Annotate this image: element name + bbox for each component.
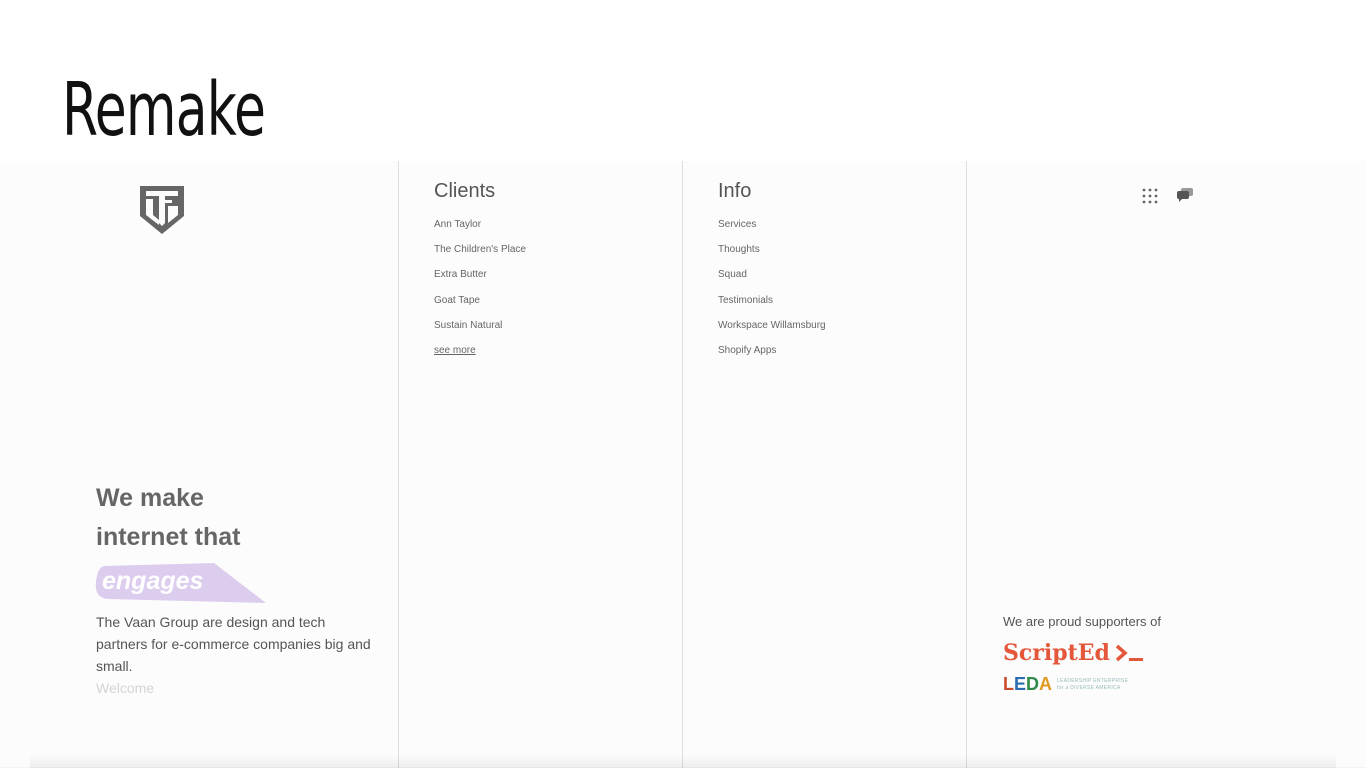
supporters-section: We are proud supporters of ScriptEd LEDA… [1003,614,1161,695]
client-link-goat-tape[interactable]: Goat Tape [434,295,480,306]
client-link-extra-butter[interactable]: Extra Butter [434,269,487,280]
clients-column: Clients Ann Taylor The Children's Place … [434,178,526,369]
leda-wordmark: LEDA [1003,674,1053,694]
hero-highlight-word: engages [102,567,204,595]
info-column: Info Services Thoughts Squad Testimonial… [718,178,826,369]
info-list: Services Thoughts Squad Testimonials Wor… [718,218,826,357]
column-divider [682,161,683,768]
column-divider [398,161,399,768]
info-heading: Info [718,180,752,202]
hero-description: The Vaan Group are design and tech partn… [96,614,371,674]
tvg-logo-icon[interactable] [139,185,185,235]
client-link-ann-taylor[interactable]: Ann Taylor [434,219,481,230]
column-divider [966,161,967,768]
slide-title: Remake [62,67,266,153]
info-link-thoughts[interactable]: Thoughts [718,244,760,255]
client-link-sustain-natural[interactable]: Sustain Natural [434,320,502,331]
hero-line-1: We make [96,484,204,512]
hero-section: We make internet that engages The Vaan G… [95,479,376,699]
see-more-link[interactable]: see more [434,345,476,356]
welcome-link[interactable]: Welcome [96,677,376,699]
leda-logo[interactable]: LEDA LEADERSHIP ENTERPRISE for a DIVERSE… [1003,674,1161,695]
scripted-wordmark: ScriptEd [1003,640,1110,666]
prompt-icon [1115,644,1143,662]
website-screenshot: We make internet that engages The Vaan G… [0,161,1366,768]
clients-list: Ann Taylor The Children's Place Extra Bu… [434,218,526,357]
clients-heading: Clients [434,180,496,202]
info-link-workspace[interactable]: Workspace Willamsburg [718,320,826,331]
scripted-logo[interactable]: ScriptEd [1003,640,1161,666]
hero-line-2: internet that [96,523,241,551]
info-link-services[interactable]: Services [718,219,756,230]
supporters-text: We are proud supporters of [1003,614,1162,629]
info-link-squad[interactable]: Squad [718,269,747,280]
bottom-shadow [30,754,1336,768]
chat-bubbles-icon[interactable] [1176,187,1194,203]
info-link-shopify-apps[interactable]: Shopify Apps [718,345,776,356]
client-link-childrens-place[interactable]: The Children's Place [434,244,526,255]
grid-dots-icon[interactable] [1141,187,1159,205]
info-link-testimonials[interactable]: Testimonials [718,295,773,306]
leda-tagline: LEADERSHIP ENTERPRISE for a DIVERSE AMER… [1057,677,1129,691]
hero-highlight: engages [95,561,268,605]
